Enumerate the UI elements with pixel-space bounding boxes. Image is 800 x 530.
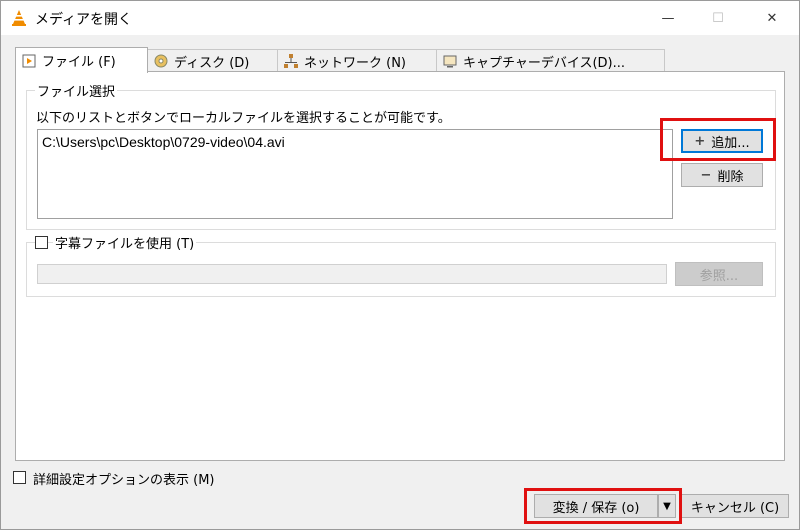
browse-subtitle-label: 参照... [699, 268, 739, 284]
network-icon [284, 54, 298, 68]
minimize-button[interactable]: — [645, 1, 691, 35]
close-button[interactable]: ✕ [749, 1, 795, 35]
close-icon: ✕ [766, 10, 778, 26]
title-bar[interactable]: メディアを開く — ☐ ✕ [1, 1, 799, 35]
tab-capture-device[interactable]: キャプチャーデバイス(D)... [436, 49, 665, 72]
add-file-button[interactable]: + 追加... [681, 129, 763, 153]
tab-file[interactable]: ファイル (F) [15, 47, 148, 73]
window-title: メディアを開く [35, 12, 133, 28]
advanced-options-checkbox[interactable] [13, 471, 26, 484]
minus-icon: − [700, 167, 712, 183]
tab-network[interactable]: ネットワーク (N) [277, 49, 437, 72]
subtitle-checkbox[interactable] [35, 236, 48, 249]
list-item[interactable]: C:\Users\pc\Desktop\0729-video\04.avi [42, 134, 285, 150]
tab-file-label: ファイル (F) [42, 55, 116, 70]
remove-file-label: 削除 [717, 169, 744, 185]
disc-icon [154, 54, 168, 68]
minimize-icon: — [661, 10, 675, 26]
open-media-dialog: メディアを開く — ☐ ✕ ファイル (F) ディスク (D) ネットワーク (… [0, 0, 800, 530]
file-selection-legend: ファイル選択 [35, 81, 118, 100]
tab-capture-device-label: キャプチャーデバイス(D)... [463, 55, 626, 71]
convert-save-button[interactable]: 変換 / 保存 (o) [534, 494, 658, 518]
cancel-label: キャンセル (C) [690, 500, 780, 516]
advanced-options-label: 詳細設定オプションの表示 (M) [33, 473, 215, 488]
subtitle-checkbox-label: 字幕ファイルを使用 (T) [53, 233, 197, 252]
file-play-icon [22, 54, 36, 67]
tab-bar: ファイル (F) ディスク (D) ネットワーク (N) キャプチャーデバイス(… [15, 47, 785, 73]
convert-save-label: 変換 / 保存 (o) [552, 500, 640, 516]
cancel-button[interactable]: キャンセル (C) [681, 494, 789, 518]
tab-disc-label: ディスク (D) [174, 55, 250, 71]
subtitle-file-field [37, 264, 667, 284]
convert-dropdown-button[interactable]: ▼ [658, 494, 676, 518]
maximize-icon: ☐ [712, 10, 724, 26]
subtitle-group: 字幕ファイルを使用 (T) 参照... [26, 233, 776, 297]
file-tab-panel: ファイル選択 以下のリストとボタンでローカルファイルを選択することが可能です。 … [15, 71, 785, 461]
chevron-down-icon: ▼ [663, 500, 671, 512]
tab-network-label: ネットワーク (N) [304, 55, 407, 71]
file-selection-group: ファイル選択 以下のリストとボタンでローカルファイルを選択することが可能です。 … [26, 81, 776, 230]
capture-device-icon [443, 55, 457, 68]
plus-icon: + [694, 133, 706, 149]
add-file-label: 追加... [711, 135, 750, 151]
remove-file-button[interactable]: − 削除 [681, 163, 763, 187]
browse-subtitle-button: 参照... [675, 262, 763, 286]
file-selection-description: 以下のリストとボタンでローカルファイルを選択することが可能です。 [36, 111, 451, 126]
vlc-cone-icon [12, 10, 26, 26]
maximize-button[interactable]: ☐ [695, 1, 741, 35]
file-list[interactable]: C:\Users\pc\Desktop\0729-video\04.avi [37, 129, 673, 219]
tab-disc[interactable]: ディスク (D) [147, 49, 278, 72]
